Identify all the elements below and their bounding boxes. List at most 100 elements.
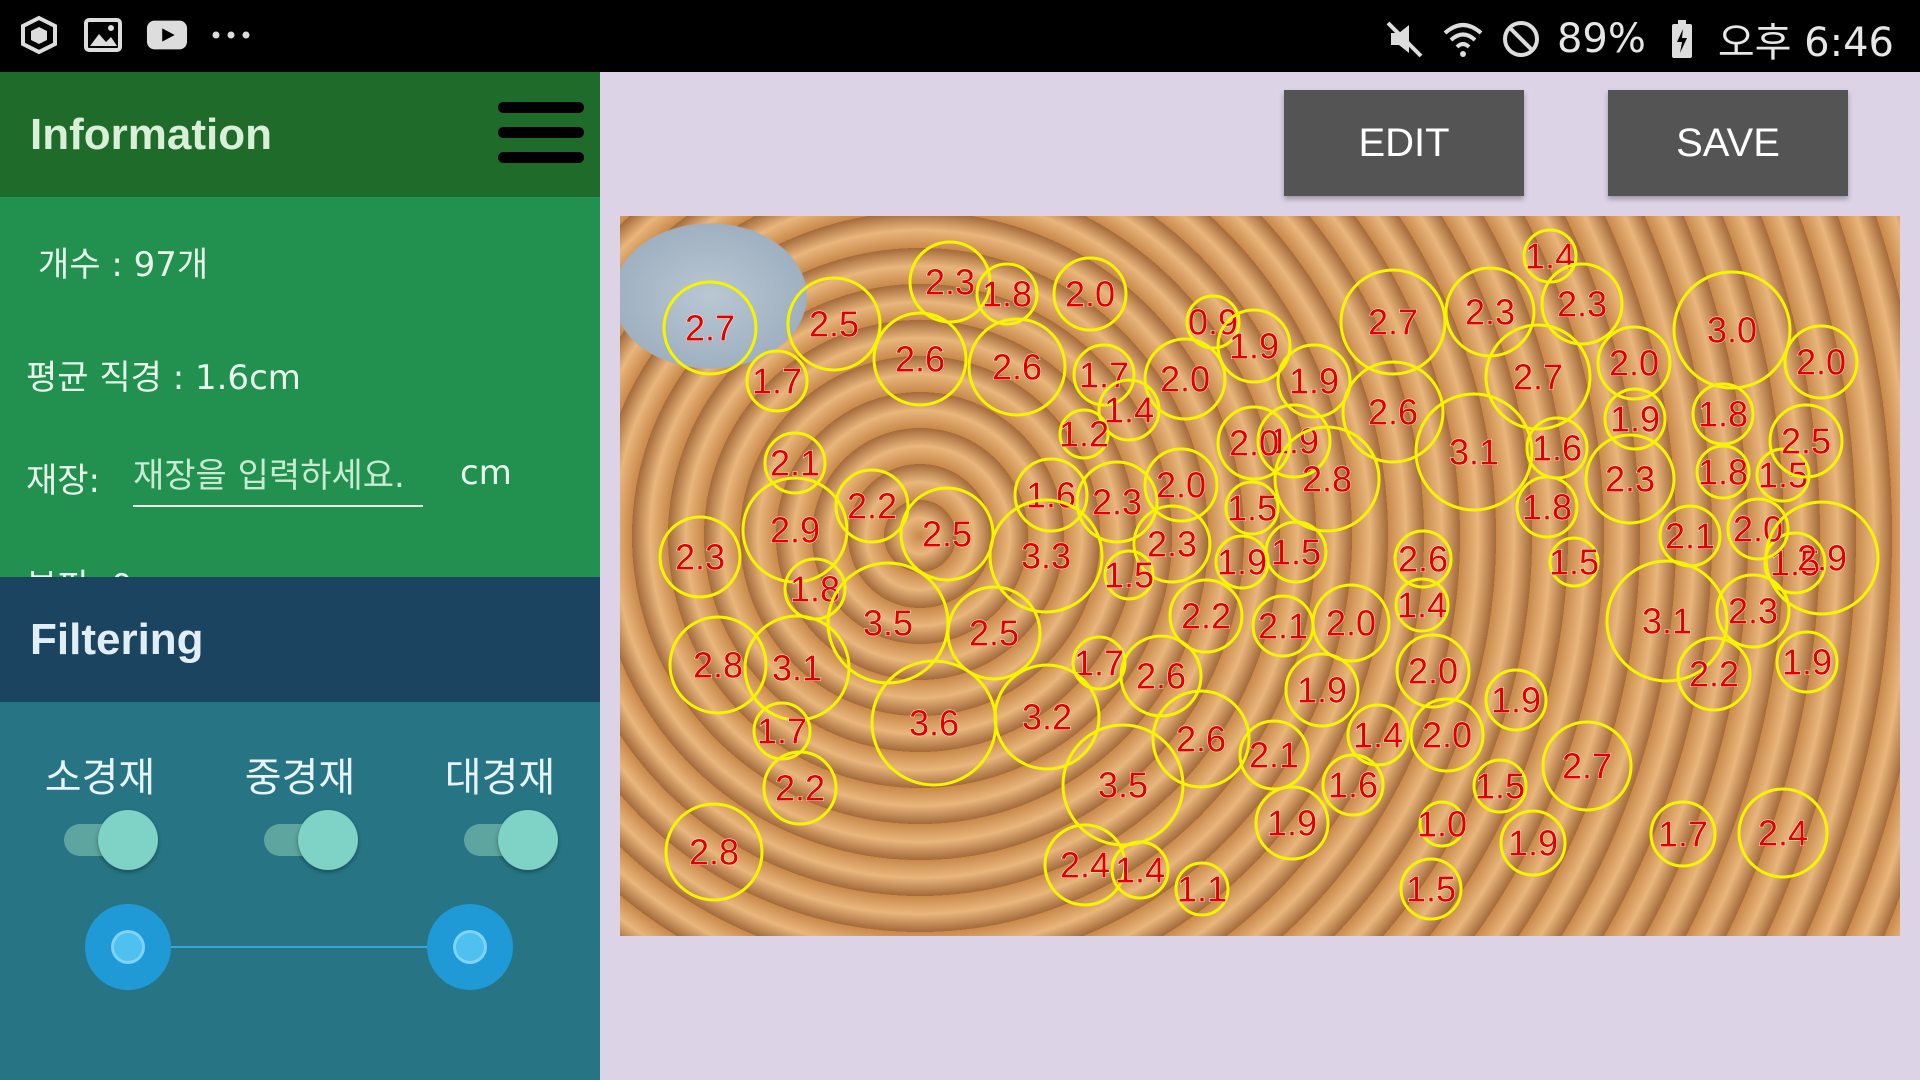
log-diameter-label: 1.8	[1698, 452, 1748, 493]
log-detection[interactable]: 2.7	[1541, 720, 1633, 812]
log-detection[interactable]: 1.5	[1548, 536, 1600, 588]
large-log-toggle[interactable]	[464, 810, 560, 870]
log-diameter-label: 2.3	[1557, 284, 1607, 325]
log-detection[interactable]: 2.3	[658, 515, 742, 599]
log-detection[interactable]: 1.5	[1224, 480, 1280, 536]
log-detection[interactable]: 1.7	[1071, 635, 1127, 691]
log-detection[interactable]: 1.8	[1695, 444, 1751, 500]
log-detection[interactable]: 2.0	[1726, 497, 1790, 561]
log-diameter-label: 1.5	[1406, 869, 1456, 910]
log-detection[interactable]: 1.9	[1284, 652, 1360, 728]
log-detection[interactable]: 1.9	[1499, 809, 1567, 877]
log-detection[interactable]: 2.7	[1484, 323, 1592, 431]
log-detection[interactable]: 3.5	[1061, 723, 1185, 847]
log-detection[interactable]: 2.7	[1339, 268, 1447, 376]
log-detection[interactable]: 1.5	[1103, 549, 1155, 601]
log-detection[interactable]: 1.9	[1603, 387, 1667, 451]
medium-log-label: 중경재	[244, 755, 356, 801]
log-diameter-label: 2.7	[1562, 746, 1612, 787]
log-detection[interactable]: 1.5	[1264, 520, 1328, 584]
log-detection[interactable]: 2.5	[946, 585, 1042, 681]
log-detection[interactable]: 3.5	[826, 561, 950, 685]
detection-overlay: 2.7 2.52.3 1.8 2.01.42.7 2.3 2.33.01.72.6 2.60…	[658, 228, 1880, 921]
save-button[interactable]: SAVE	[1608, 90, 1848, 196]
log-detection[interactable]: 1.9	[1254, 785, 1330, 861]
log-diameter-label: 3.1	[1449, 432, 1499, 473]
log-detection[interactable]: 3.2	[993, 663, 1101, 771]
log-detection[interactable]: 1.8	[783, 557, 847, 621]
log-detection[interactable]: 2.0	[1395, 633, 1471, 709]
log-detection[interactable]: 1.1	[1174, 861, 1230, 917]
log-detection[interactable]: 1.9	[1214, 534, 1270, 590]
log-detection[interactable]: 2.6	[1341, 360, 1445, 464]
log-pile-image[interactable]: 2.7 2.5 2.3 1.8 2.0 1.4 2.7 2.3 2.3 3.0 1.7 2.6 2.6 0…	[620, 216, 1900, 936]
log-diameter-label: 2.2	[847, 486, 897, 527]
log-detection[interactable]: 2.8	[664, 802, 764, 902]
log-diameter-label: 1.7	[1658, 814, 1708, 855]
log-detection[interactable]: 2.0	[1783, 324, 1859, 400]
log-detection[interactable]: 2.3	[1444, 266, 1536, 358]
log-detection[interactable]: 2.3	[1715, 573, 1791, 649]
log-detection[interactable]: 1.8	[975, 262, 1039, 326]
log-detection[interactable]: 2.3	[1075, 460, 1159, 544]
log-detection[interactable]: 2.4	[1737, 787, 1829, 879]
log-detection[interactable]: 2.8	[1273, 425, 1381, 533]
log-detection[interactable]: 2.0	[1143, 337, 1227, 421]
log-detection[interactable]: 1.4	[1522, 228, 1578, 284]
medium-log-toggle[interactable]	[264, 810, 360, 870]
log-detection[interactable]: 1.4	[1110, 840, 1170, 900]
log-detection[interactable]: 2.1	[1658, 504, 1722, 568]
information-title: Information	[30, 110, 272, 159]
log-detection[interactable]: 2.6	[967, 317, 1067, 417]
range-max-handle[interactable]	[427, 904, 513, 990]
log-detection[interactable]: 1.7	[1649, 800, 1717, 868]
log-diameter-label: 2.6	[1176, 719, 1226, 760]
length-input[interactable]	[133, 447, 423, 507]
log-detection[interactable]: 2.2	[1676, 636, 1752, 712]
log-detection[interactable]: 3.6	[870, 659, 998, 787]
log-detection[interactable]: 2.3	[1540, 262, 1624, 346]
log-detection[interactable]: 2.5	[786, 276, 882, 372]
log-detection[interactable]: 2.7	[662, 280, 758, 376]
log-detection[interactable]: 1.2	[1058, 408, 1110, 460]
menu-button[interactable]	[498, 102, 584, 166]
log-diameter-label: 1.9	[1289, 361, 1339, 402]
log-detection[interactable]: 3.0	[1672, 270, 1792, 390]
log-detection[interactable]: 2.6	[872, 311, 968, 407]
log-detection[interactable]: 1.4	[1394, 577, 1450, 633]
log-diameter-label: 1.7	[752, 361, 802, 402]
log-detection[interactable]: 1.9	[1775, 630, 1839, 694]
log-diameter-label: 2.0	[1160, 359, 1210, 400]
log-detection[interactable]: 1.0	[1416, 800, 1468, 848]
log-detection[interactable]: 2.6	[1151, 689, 1251, 789]
log-detection[interactable]: 2.6	[1119, 634, 1203, 718]
log-detection[interactable]: 2.0	[1052, 256, 1128, 332]
log-detection[interactable]: 3.1	[1414, 392, 1534, 512]
log-diameter-label: 1.8	[982, 274, 1032, 315]
log-detection[interactable]: 2.0	[1311, 583, 1391, 663]
menu-icon	[498, 102, 584, 113]
log-detection[interactable]: 1.5	[1399, 857, 1463, 921]
log-detection[interactable]: 1.8	[1691, 382, 1755, 446]
log-detection[interactable]: 1.8	[1515, 475, 1579, 539]
log-diameter-label: 2.1	[1249, 735, 1299, 776]
log-detection[interactable]: 2.1	[1251, 594, 1315, 658]
log-detection[interactable]: 2.8	[668, 615, 768, 715]
log-detection[interactable]: 1.6	[1525, 416, 1589, 480]
log-detection[interactable]: 3.1	[743, 614, 851, 722]
log-detection[interactable]: 3.3	[988, 498, 1104, 614]
log-detection[interactable]: 1.7	[745, 349, 809, 413]
range-min-handle[interactable]	[85, 904, 171, 990]
log-diameter-label: 2.7	[1368, 302, 1418, 343]
log-detection[interactable]: 1.9	[1484, 668, 1548, 732]
log-detection[interactable]: 2.2	[762, 750, 838, 826]
small-log-toggle[interactable]	[64, 810, 160, 870]
edit-button[interactable]: EDIT	[1284, 90, 1524, 196]
length-label: 재장:	[26, 461, 101, 501]
log-detection[interactable]: 1.6	[1321, 753, 1385, 817]
log-detection[interactable]: 1.5	[1472, 758, 1528, 814]
log-detection[interactable]: 2.1	[1238, 719, 1310, 791]
log-detection[interactable]: 2.5	[899, 486, 995, 582]
range-slider-track[interactable]	[128, 946, 472, 948]
log-detection[interactable]: 2.0	[1409, 697, 1485, 773]
